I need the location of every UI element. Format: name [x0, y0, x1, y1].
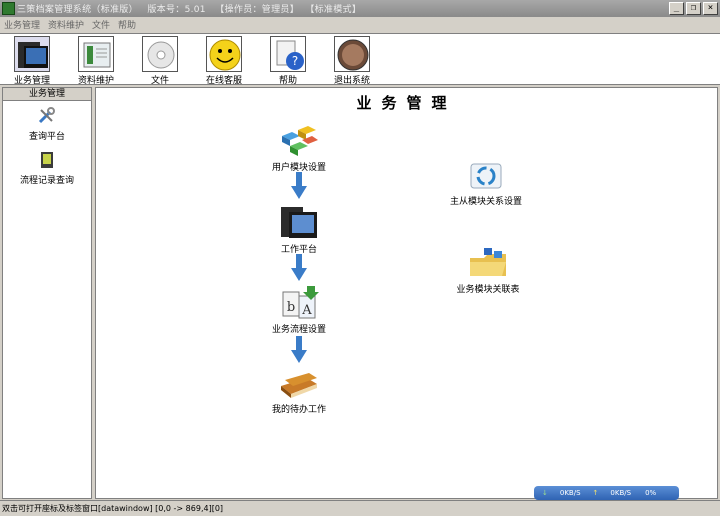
- toolbar-label: 资料维护: [77, 76, 114, 86]
- toolbar-label: 文件: [150, 76, 169, 86]
- left-item-flow-record[interactable]: 流程记录查询: [3, 150, 91, 186]
- recycle-icon: [467, 160, 505, 192]
- left-item-label: 流程记录查询: [19, 176, 74, 186]
- left-panel-header: 业务管理: [3, 88, 91, 101]
- record-icon: [41, 152, 53, 168]
- download-arrow-icon: ↓: [542, 489, 548, 497]
- node-label: 业务流程设置: [271, 325, 326, 335]
- arrow-down-icon: [291, 254, 307, 281]
- exit-icon: [334, 36, 370, 72]
- svg-text:A: A: [301, 303, 312, 318]
- menu-business[interactable]: 业务管理: [4, 18, 40, 31]
- menu-help[interactable]: 帮助: [118, 18, 136, 31]
- flow-icon: bA: [279, 286, 319, 320]
- node-my-pending-work[interactable]: 我的待办工作: [261, 370, 337, 415]
- node-module-relation[interactable]: 主从模块关系设置: [441, 160, 531, 207]
- minimize-button[interactable]: _: [669, 2, 684, 15]
- window-title: 三策档案管理系统（标准版） 版本号：5.01 【操作员：管理员】 【标准模式】: [17, 5, 362, 15]
- left-panel: 业务管理 查询平台 流程记录查询: [2, 87, 92, 499]
- toolbar-label: 帮助: [278, 76, 297, 86]
- node-label: 主从模块关系设置: [449, 197, 522, 207]
- node-work-platform[interactable]: 工作平台: [264, 204, 334, 255]
- upload-arrow-icon: ↑: [592, 489, 599, 497]
- menu-file[interactable]: 文件: [92, 18, 110, 31]
- modules-icon: [278, 124, 320, 158]
- book-icon: [78, 36, 114, 72]
- tools-icon: [38, 107, 55, 124]
- status-text: 双击可打开座标及标签窗口[datawindow] [0,0 -> 869,4][…: [2, 504, 224, 513]
- left-item-label: 查询平台: [28, 132, 65, 142]
- toolbar-exit-button[interactable]: 退出系统: [321, 36, 383, 86]
- toolbar-label: 在线客服: [205, 76, 242, 86]
- node-module-link-table[interactable]: 业务模块关联表: [448, 246, 528, 295]
- monitor-icon: [14, 36, 50, 72]
- arrow-down-icon: [291, 172, 307, 199]
- title-bar: 三策档案管理系统（标准版） 版本号：5.01 【操作员：管理员】 【标准模式】 …: [0, 0, 720, 17]
- status-bar: 双击可打开座标及标签窗口[datawindow] [0,0 -> 869,4][…: [0, 500, 720, 516]
- app-icon: [2, 2, 15, 15]
- page-title: 业务管理: [356, 94, 457, 112]
- toolbar: 业务管理 资料维护 文件 在线客服 ? 帮助 退出系统: [0, 33, 720, 86]
- left-item-query-platform[interactable]: 查询平台: [3, 106, 91, 142]
- upload-speed: 0KB/S: [610, 489, 632, 497]
- close-button[interactable]: ×: [703, 2, 718, 15]
- smiley-icon: [206, 36, 242, 72]
- toolbar-data-button[interactable]: 资料维护: [65, 36, 127, 86]
- disc-icon: [142, 36, 178, 72]
- svg-text:b: b: [287, 300, 295, 315]
- toolbar-business-button[interactable]: 业务管理: [1, 36, 63, 86]
- toolbar-label: 退出系统: [333, 76, 370, 86]
- toolbar-support-button[interactable]: 在线客服: [193, 36, 255, 86]
- download-speed: 0KB/S: [559, 489, 581, 497]
- monitor-icon: [279, 204, 319, 240]
- main-panel: 业务管理 用户模块设置 工作平台 bA 业务流程设置 我的待办工作 主从模块关系…: [95, 87, 718, 499]
- arrow-down-icon: [291, 336, 307, 363]
- help-icon: ?: [270, 36, 306, 72]
- node-label: 业务模块关联表: [456, 285, 520, 295]
- books-icon: [277, 370, 321, 400]
- network-meter: ↓ 0KB/S ↑ 0KB/S 0%: [534, 486, 679, 500]
- node-business-flow[interactable]: bA 业务流程设置: [261, 286, 337, 335]
- svg-text:?: ?: [292, 54, 298, 68]
- menu-data-maintenance[interactable]: 资料维护: [48, 18, 84, 31]
- toolbar-label: 业务管理: [13, 76, 50, 86]
- restore-button[interactable]: ❐: [686, 2, 701, 15]
- node-label: 我的待办工作: [271, 405, 326, 415]
- node-user-module[interactable]: 用户模块设置: [264, 124, 334, 173]
- folder-icon: [466, 246, 510, 280]
- toolbar-file-button[interactable]: 文件: [129, 36, 191, 86]
- toolbar-help-button[interactable]: ? 帮助: [257, 36, 319, 86]
- menu-bar: 业务管理 资料维护 文件 帮助: [0, 17, 720, 32]
- load-percent: 0%: [645, 489, 657, 497]
